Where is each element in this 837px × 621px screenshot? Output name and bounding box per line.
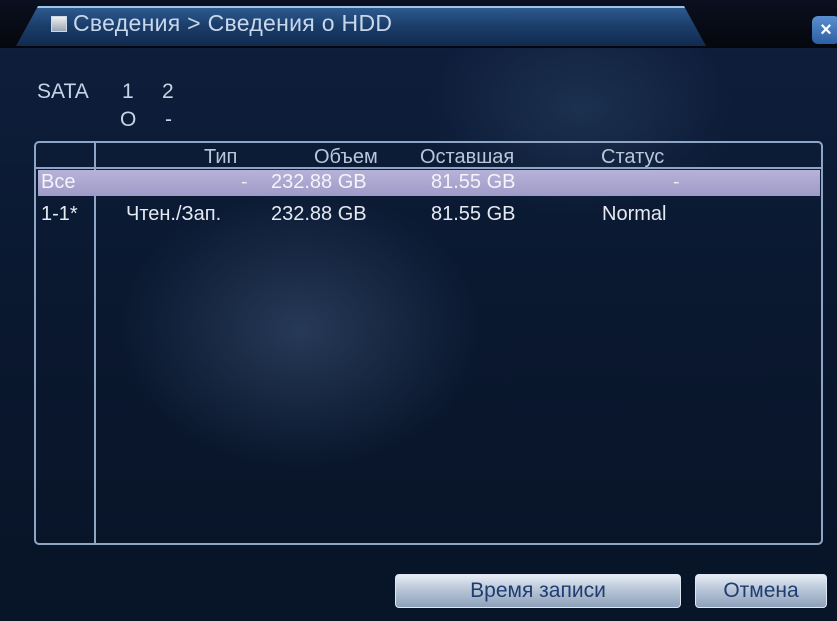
row-capacity: 232.88 GB	[271, 203, 367, 225]
sata-label: SATA	[37, 80, 89, 103]
hdd-table: Тип Объем Оставшая Статус Все - 232.88 G…	[34, 141, 823, 545]
row-capacity: 232.88 GB	[271, 171, 367, 193]
hdd-info-icon	[51, 16, 67, 32]
row-type: -	[241, 171, 248, 193]
row-type: Чтен./Зап.	[126, 203, 222, 225]
column-header-status: Статус	[601, 146, 665, 168]
row-id: 1-1*	[41, 203, 78, 225]
cancel-button[interactable]: Отмена	[695, 574, 827, 608]
row-id: Все	[41, 171, 76, 193]
row-remaining: 81.55 GB	[431, 171, 516, 193]
hdd-info-window: Сведения > Сведения о HDD × SATA 1 2 O -…	[0, 0, 837, 621]
column-header-type: Тип	[204, 146, 238, 168]
column-header-capacity: Объем	[314, 146, 378, 168]
selected-row-highlight	[38, 170, 820, 196]
column-divider	[94, 143, 96, 543]
column-header-remaining: Оставшая	[420, 146, 515, 168]
row-remaining: 81.55 GB	[431, 203, 516, 225]
sata-port-1-status: O	[120, 108, 137, 131]
sata-port-2-status: -	[165, 108, 172, 131]
row-status: -	[673, 171, 680, 193]
window-title: Сведения > Сведения о HDD	[73, 10, 393, 36]
close-icon[interactable]: ×	[812, 16, 837, 44]
record-time-button[interactable]: Время записи	[395, 574, 681, 608]
sata-port-1: 1	[122, 80, 134, 103]
sata-port-2: 2	[162, 80, 174, 103]
row-status: Normal	[602, 203, 667, 225]
